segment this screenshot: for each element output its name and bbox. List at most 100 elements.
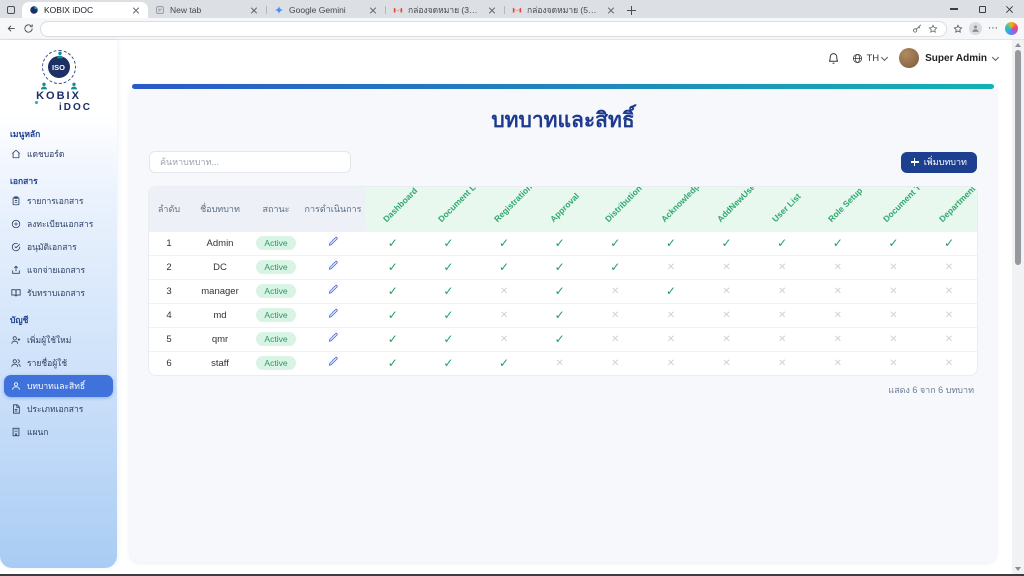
check-icon: ✓	[443, 308, 453, 322]
cross-icon: ✕	[889, 310, 897, 321]
role-status-cell: Active	[251, 255, 301, 279]
sidebar-item[interactable]: อนุมัติเอกสาร	[4, 236, 113, 258]
search-input[interactable]	[149, 151, 351, 173]
permission-cell: ✕	[643, 255, 699, 279]
browser-tab[interactable]: กล่องจดหมาย (50) - viewsuphawita	[505, 2, 623, 18]
cross-icon: ✕	[667, 262, 675, 273]
role-name: Admin	[189, 231, 251, 255]
edit-role-button[interactable]	[328, 284, 339, 295]
tab-title: กล่องจดหมาย (50) - viewsuphawita	[527, 3, 601, 17]
sidebar-item[interactable]: บทบาทและสิทธิ์	[4, 375, 113, 397]
sidebar-item[interactable]: แจกจ่ายเอกสาร	[4, 259, 113, 281]
permission-cell: ✓	[365, 351, 421, 375]
language-selector[interactable]: TH	[852, 53, 887, 64]
sidebar-item[interactable]: แดชบอร์ด	[4, 143, 113, 165]
cross-icon: ✕	[722, 262, 730, 273]
check-icon: ✓	[666, 284, 676, 298]
tab-close-icon[interactable]	[131, 5, 141, 15]
gmail-favicon-icon	[393, 5, 403, 15]
copilot-icon[interactable]	[1005, 22, 1018, 35]
roles-table-wrap: ลำดับชื่อบทบาทสถานะการดำเนินการDashboard…	[148, 186, 978, 376]
new-tab-button[interactable]	[623, 2, 641, 18]
permission-cell: ✕	[588, 327, 644, 351]
sidebar-item[interactable]: แผนก	[4, 421, 113, 443]
edit-role-button[interactable]	[328, 356, 339, 367]
edit-role-button[interactable]	[328, 236, 339, 247]
browser-tab[interactable]: Google Gemini	[267, 2, 385, 18]
cross-icon: ✕	[500, 286, 508, 297]
tab-close-icon[interactable]	[487, 5, 497, 15]
edit-role-button[interactable]	[328, 332, 339, 343]
scrollbar-thumb[interactable]	[1015, 50, 1021, 265]
cross-icon: ✕	[778, 286, 786, 297]
bell-icon[interactable]	[827, 52, 840, 65]
sidebar-item[interactable]: รายการเอกสาร	[4, 190, 113, 212]
cross-icon: ✕	[667, 358, 675, 369]
cross-icon: ✕	[778, 310, 786, 321]
sidebar-item[interactable]: รายชื่อผู้ใช้	[4, 352, 113, 374]
permission-cell: ✓	[365, 279, 421, 303]
back-icon	[6, 23, 17, 34]
permission-cell: ✓	[421, 255, 477, 279]
pencil-icon	[328, 308, 339, 319]
scroll-down-icon[interactable]	[1015, 567, 1021, 571]
tab-actions-icon[interactable]	[0, 2, 22, 18]
collections-button[interactable]	[953, 24, 963, 34]
check-icon: ✓	[388, 308, 398, 322]
browser-menu-button[interactable]: ⋯	[988, 24, 999, 34]
sidebar-item[interactable]: เพิ่มผู้ใช้ใหม่	[4, 329, 113, 351]
check-icon: ✓	[443, 356, 453, 370]
edit-role-button[interactable]	[328, 308, 339, 319]
sidebar-item-label: ประเภทเอกสาร	[27, 402, 83, 416]
browser-profile-button[interactable]	[969, 22, 982, 35]
permission-cell: ✓	[421, 351, 477, 375]
column-header: การดำเนินการ	[301, 187, 365, 231]
maximize-button[interactable]	[968, 0, 996, 18]
sidebar-item[interactable]: รับทราบเอกสาร	[4, 282, 113, 304]
permission-cell: ✕	[921, 303, 977, 327]
check-icon: ✓	[610, 260, 620, 274]
row-number: 6	[149, 351, 189, 375]
url-bar[interactable]	[40, 21, 947, 37]
sidebar-item[interactable]: ประเภทเอกสาร	[4, 398, 113, 420]
role-actions-cell	[301, 303, 365, 327]
cross-icon: ✕	[667, 310, 675, 321]
tab-close-icon[interactable]	[368, 5, 378, 15]
permission-cell: ✕	[866, 255, 922, 279]
tab-close-icon[interactable]	[606, 5, 616, 15]
tab-title: New tab	[170, 5, 244, 15]
check-icon: ✓	[944, 236, 954, 250]
browser-tab[interactable]: กล่องจดหมาย (35) - suphawita.vie	[386, 2, 504, 18]
refresh-button[interactable]	[23, 23, 34, 34]
edit-role-button[interactable]	[328, 260, 339, 271]
permission-cell: ✕	[754, 303, 810, 327]
role-name: manager	[189, 279, 251, 303]
browser-tab[interactable]: KOBIX iDOC	[22, 2, 148, 18]
permission-cell: ✕	[866, 303, 922, 327]
minimize-button[interactable]	[940, 0, 968, 18]
key-icon[interactable]	[912, 24, 922, 34]
add-role-button[interactable]: เพิ่มบทบาท	[901, 152, 977, 173]
scroll-up-icon[interactable]	[1015, 43, 1021, 47]
back-button[interactable]	[6, 23, 17, 34]
permission-cell: ✕	[699, 303, 755, 327]
bookmark-star-icon[interactable]	[928, 24, 938, 34]
table-summary: แสดง 6 จาก 6 บทบาท	[152, 383, 974, 397]
permission-cell: ✕	[643, 351, 699, 375]
building-icon	[11, 427, 21, 437]
maximize-icon	[979, 6, 986, 13]
user-menu[interactable]: Super Admin	[899, 48, 998, 68]
plus-icon	[631, 6, 632, 15]
browser-tab[interactable]: New tab	[148, 2, 266, 18]
page-scrollbar[interactable]	[1012, 40, 1024, 574]
cross-icon: ✕	[834, 262, 842, 273]
sidebar-item[interactable]: ลงทะเบียนเอกสาร	[4, 213, 113, 235]
tab-close-icon[interactable]	[249, 5, 259, 15]
permission-column-header: Approval	[532, 187, 588, 231]
close-button[interactable]	[996, 0, 1024, 18]
row-number: 1	[149, 231, 189, 255]
check-icon: ✓	[499, 356, 509, 370]
permission-cell: ✓	[421, 231, 477, 255]
sidebar-item-label: แจกจ่ายเอกสาร	[27, 263, 85, 277]
sidebar-section-label: บัญชี	[10, 313, 107, 327]
